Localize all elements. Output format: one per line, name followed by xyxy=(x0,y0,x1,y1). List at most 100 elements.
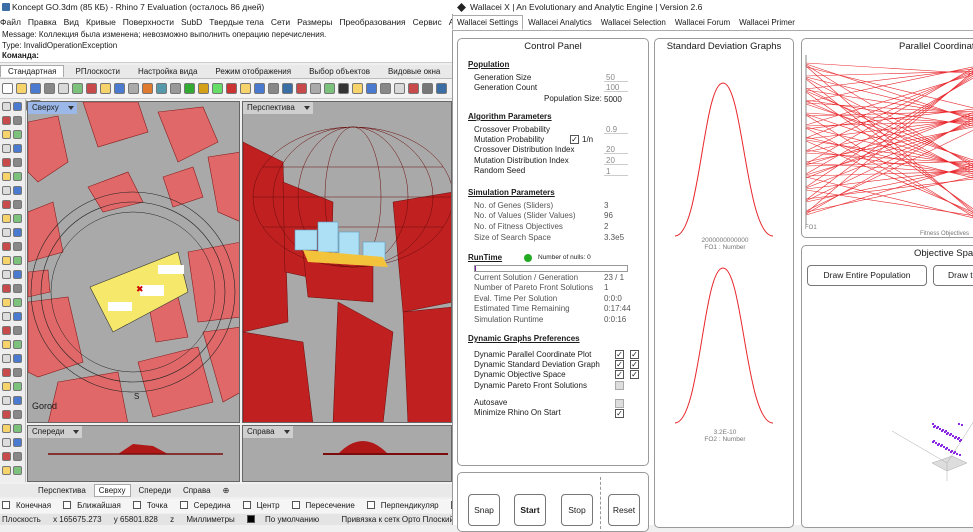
menu-item-2[interactable]: Вид xyxy=(64,17,79,27)
stop-button[interactable]: Stop xyxy=(561,494,593,526)
dyn-sd-check-b[interactable]: ✓ xyxy=(630,360,639,369)
start-button[interactable]: Start xyxy=(514,494,546,526)
toolbar-tool-icon[interactable] xyxy=(128,83,139,94)
menu-item-8[interactable]: Размеры xyxy=(297,17,332,27)
osnap-checkbox[interactable] xyxy=(2,501,10,509)
toolbar-tool-icon[interactable] xyxy=(198,83,209,94)
menu-item-7[interactable]: Сети xyxy=(271,17,290,27)
toolbar-tool-icon[interactable] xyxy=(30,83,41,94)
menu-item-0[interactable]: Файл xyxy=(0,17,21,27)
side-tool-icon[interactable] xyxy=(13,438,22,447)
side-tool-icon[interactable] xyxy=(2,424,11,433)
osnap-checkbox[interactable] xyxy=(63,501,72,509)
side-tool-icon[interactable] xyxy=(13,158,22,167)
menu-item-4[interactable]: Поверхности xyxy=(123,17,174,27)
side-tool-icon[interactable] xyxy=(13,186,22,195)
side-tool-icon[interactable] xyxy=(13,466,22,475)
side-tool-icon[interactable] xyxy=(13,116,22,125)
menu-item-1[interactable]: Правка xyxy=(28,17,57,27)
viewport-persp-header[interactable]: Перспектива xyxy=(243,102,313,114)
side-tool-icon[interactable] xyxy=(2,382,11,391)
side-tool-icon[interactable] xyxy=(13,172,22,181)
side-tool-icon[interactable] xyxy=(2,144,11,153)
viewport-front-header[interactable]: Спереди xyxy=(28,426,83,438)
osnap-2[interactable]: Точка xyxy=(132,501,174,510)
toolbar-tool-icon[interactable] xyxy=(114,83,125,94)
side-tool-icon[interactable] xyxy=(2,186,11,195)
toolbar-tool-icon[interactable] xyxy=(16,83,27,94)
side-tool-icon[interactable] xyxy=(13,256,22,265)
side-tool-icon[interactable] xyxy=(2,270,11,279)
toolbar-tab-1[interactable]: РПлоскости xyxy=(68,66,126,77)
draw-other-button[interactable]: Draw th xyxy=(933,265,973,286)
side-tool-icon[interactable] xyxy=(13,382,22,391)
viewport-right[interactable]: Справа xyxy=(242,425,452,482)
side-tool-icon[interactable] xyxy=(2,326,11,335)
side-tool-icon[interactable] xyxy=(13,228,22,237)
viewport-tab-1[interactable]: Сверху xyxy=(93,484,131,497)
autosave-check[interactable] xyxy=(615,399,624,408)
side-tool-icon[interactable] xyxy=(13,270,22,279)
osnap-0[interactable]: Конечная xyxy=(2,501,57,510)
mutation-idx-field[interactable]: 20 xyxy=(604,156,628,165)
side-tool-icon[interactable] xyxy=(13,326,22,335)
osnap-5[interactable]: Пересечение xyxy=(291,501,361,510)
side-tool-icon[interactable] xyxy=(2,200,11,209)
side-tool-icon[interactable] xyxy=(2,340,11,349)
side-tool-icon[interactable] xyxy=(13,144,22,153)
side-tool-icon[interactable] xyxy=(2,242,11,251)
toolbar-tool-icon[interactable] xyxy=(422,83,433,94)
snap-button[interactable]: Snap xyxy=(468,494,500,526)
osnap-checkbox[interactable] xyxy=(242,501,251,509)
viewport-top-header[interactable]: Сверху xyxy=(28,102,77,114)
chevron-down-icon[interactable] xyxy=(67,106,74,110)
toolbar-tool-icon[interactable] xyxy=(44,83,55,94)
menu-item-3[interactable]: Кривые xyxy=(86,17,116,27)
dyn-objective-check-a[interactable]: ✓ xyxy=(615,370,624,379)
osnap-checkbox[interactable] xyxy=(366,501,375,509)
toolbar-tool-icon[interactable] xyxy=(226,83,237,94)
wallacei-tab-4[interactable]: Wallacei Primer xyxy=(735,16,799,29)
mutation-1n-checkbox[interactable]: ✓ xyxy=(570,135,579,144)
reset-button[interactable]: Reset xyxy=(608,494,640,526)
mode-toggles[interactable]: Привязка к сетк Орто Плоский режим Пр xyxy=(341,515,452,524)
side-tool-icon[interactable] xyxy=(2,410,11,419)
chevron-down-icon[interactable] xyxy=(283,430,290,434)
side-tool-icon[interactable] xyxy=(2,452,11,461)
toolbar-tool-icon[interactable] xyxy=(2,83,13,94)
side-tool-icon[interactable] xyxy=(2,172,11,181)
gen-count-field[interactable]: 100 xyxy=(604,83,628,92)
menu-item-10[interactable]: Сервис xyxy=(413,17,442,27)
side-tool-icon[interactable] xyxy=(13,102,22,111)
seed-field[interactable]: 1 xyxy=(604,167,628,176)
toolbar-tool-icon[interactable] xyxy=(296,83,307,94)
side-tool-icon[interactable] xyxy=(13,424,22,433)
menu-item-6[interactable]: Твердые тела xyxy=(209,17,264,27)
side-tool-icon[interactable] xyxy=(2,438,11,447)
side-tool-icon[interactable] xyxy=(13,452,22,461)
viewport-perspective[interactable]: Перспектива xyxy=(242,101,452,423)
side-tool-icon[interactable] xyxy=(2,102,11,111)
gen-size-field[interactable]: 50 xyxy=(604,73,628,82)
draw-entire-population-button[interactable]: Draw Entire Population xyxy=(807,265,927,286)
toolbar-tool-icon[interactable] xyxy=(324,83,335,94)
toolbar-tool-icon[interactable] xyxy=(338,83,349,94)
toolbar-tool-icon[interactable] xyxy=(352,83,363,94)
wallacei-tab-2[interactable]: Wallacei Selection xyxy=(597,16,670,29)
toolbar-tab-2[interactable]: Настройка вида xyxy=(131,66,204,77)
side-tool-icon[interactable] xyxy=(2,298,11,307)
toolbar-tool-icon[interactable] xyxy=(170,83,181,94)
toolbar-tool-icon[interactable] xyxy=(240,83,251,94)
layer-label[interactable]: По умолчанию xyxy=(247,515,329,524)
side-tool-icon[interactable] xyxy=(13,340,22,349)
add-viewport-icon[interactable]: ⊕ xyxy=(219,485,234,496)
minimize-check[interactable]: ✓ xyxy=(615,409,624,418)
viewport-tab-2[interactable]: Спереди xyxy=(135,485,175,496)
side-tool-icon[interactable] xyxy=(2,396,11,405)
osnap-4[interactable]: Центр xyxy=(242,501,286,510)
viewport-top[interactable]: Сверху ✖ Gorod S xyxy=(27,101,240,423)
toolbar-tab-5[interactable]: Видовые окна xyxy=(381,66,447,77)
viewport-tab-0[interactable]: Перспектива xyxy=(34,485,90,496)
toolbar-tool-icon[interactable] xyxy=(156,83,167,94)
toolbar-tool-icon[interactable] xyxy=(310,83,321,94)
